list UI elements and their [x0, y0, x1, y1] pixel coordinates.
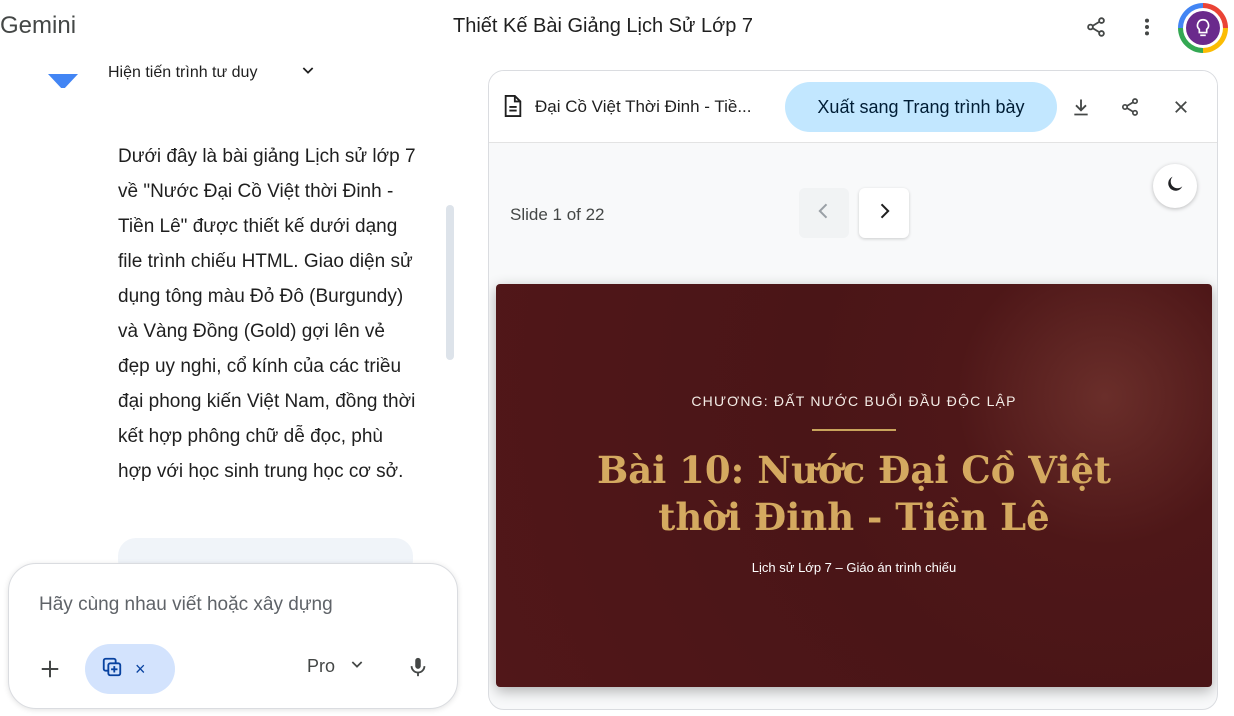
- canvas-tool-icon: [101, 656, 123, 683]
- chevron-down-icon[interactable]: [300, 62, 316, 83]
- chevron-right-icon: [874, 201, 894, 226]
- conversation-title[interactable]: Thiết Kế Bài Giảng Lịch Sử Lớp 7: [453, 15, 753, 38]
- more-vert-icon[interactable]: [1134, 14, 1160, 40]
- chevron-down-icon: [349, 656, 365, 677]
- slide-subtitle: Lịch sử Lớp 7 – Giáo án trình chiếu: [751, 560, 957, 575]
- app-brand[interactable]: Gemini: [0, 12, 76, 40]
- avatar[interactable]: [1178, 3, 1228, 53]
- share-icon[interactable]: [1118, 95, 1142, 119]
- export-to-slides-button[interactable]: Xuất sang Trang trình bày: [785, 82, 1057, 132]
- close-icon[interactable]: [1169, 95, 1193, 119]
- download-icon[interactable]: [1069, 95, 1093, 119]
- previous-slide-button[interactable]: [799, 188, 849, 238]
- chevron-left-icon: [814, 201, 834, 226]
- share-icon[interactable]: [1083, 14, 1109, 40]
- slide-title-line-2: thời Đinh - Tiền Lê: [658, 495, 1050, 539]
- thinking-toggle[interactable]: Hiện tiến trình tư duy: [48, 58, 348, 88]
- slide-chapter: CHƯƠNG: ĐẤT NƯỚC BUỔI ĐẦU ĐỘC LẬP: [691, 393, 1017, 409]
- panel-header: Đại Cồ Việt Thời Đinh - Tiề... Xuất sang…: [489, 71, 1217, 143]
- document-title: Đại Cồ Việt Thời Đinh - Tiề...: [535, 97, 752, 116]
- theme-toggle-button[interactable]: [1153, 164, 1197, 208]
- response-text: Dưới đây là bài giảng Lịch sử lớp 7 về "…: [118, 146, 416, 482]
- plus-icon[interactable]: [35, 654, 65, 684]
- top-bar: Gemini Thiết Kế Bài Giảng Lịch Sử Lớp 7: [0, 0, 1234, 56]
- slide-counter: Slide 1 of 22: [510, 205, 605, 224]
- document-icon: [503, 95, 523, 122]
- prompt-composer[interactable]: Hãy cùng nhau viết hoặc xây dựng × Pro: [8, 563, 458, 709]
- slide-title: Bài 10: Nước Đại Cồ Việt thời Đinh - Tiề…: [496, 447, 1212, 541]
- tool-close-icon[interactable]: ×: [135, 659, 146, 680]
- slide-preview: CHƯƠNG: ĐẤT NƯỚC BUỔI ĐẦU ĐỘC LẬP Bài 10…: [496, 284, 1212, 687]
- prompt-input[interactable]: Hãy cùng nhau viết hoặc xây dựng: [39, 594, 333, 616]
- slide-divider: [812, 429, 896, 431]
- mic-icon[interactable]: [407, 656, 429, 683]
- next-slide-button[interactable]: [859, 188, 909, 238]
- thinking-label: Hiện tiến trình tư duy: [108, 64, 258, 81]
- model-label: Pro: [307, 656, 336, 676]
- slide-title-line-1: Bài 10: Nước Đại Cồ Việt: [596, 448, 1112, 492]
- canvas-panel: Đại Cồ Việt Thời Đinh - Tiề... Xuất sang…: [488, 70, 1218, 710]
- moon-icon: [1164, 173, 1186, 200]
- spark-icon: [48, 62, 78, 88]
- canvas-tool-chip[interactable]: ×: [85, 644, 175, 694]
- chat-scrollbar[interactable]: [446, 205, 454, 360]
- model-selector[interactable]: Pro: [307, 656, 365, 677]
